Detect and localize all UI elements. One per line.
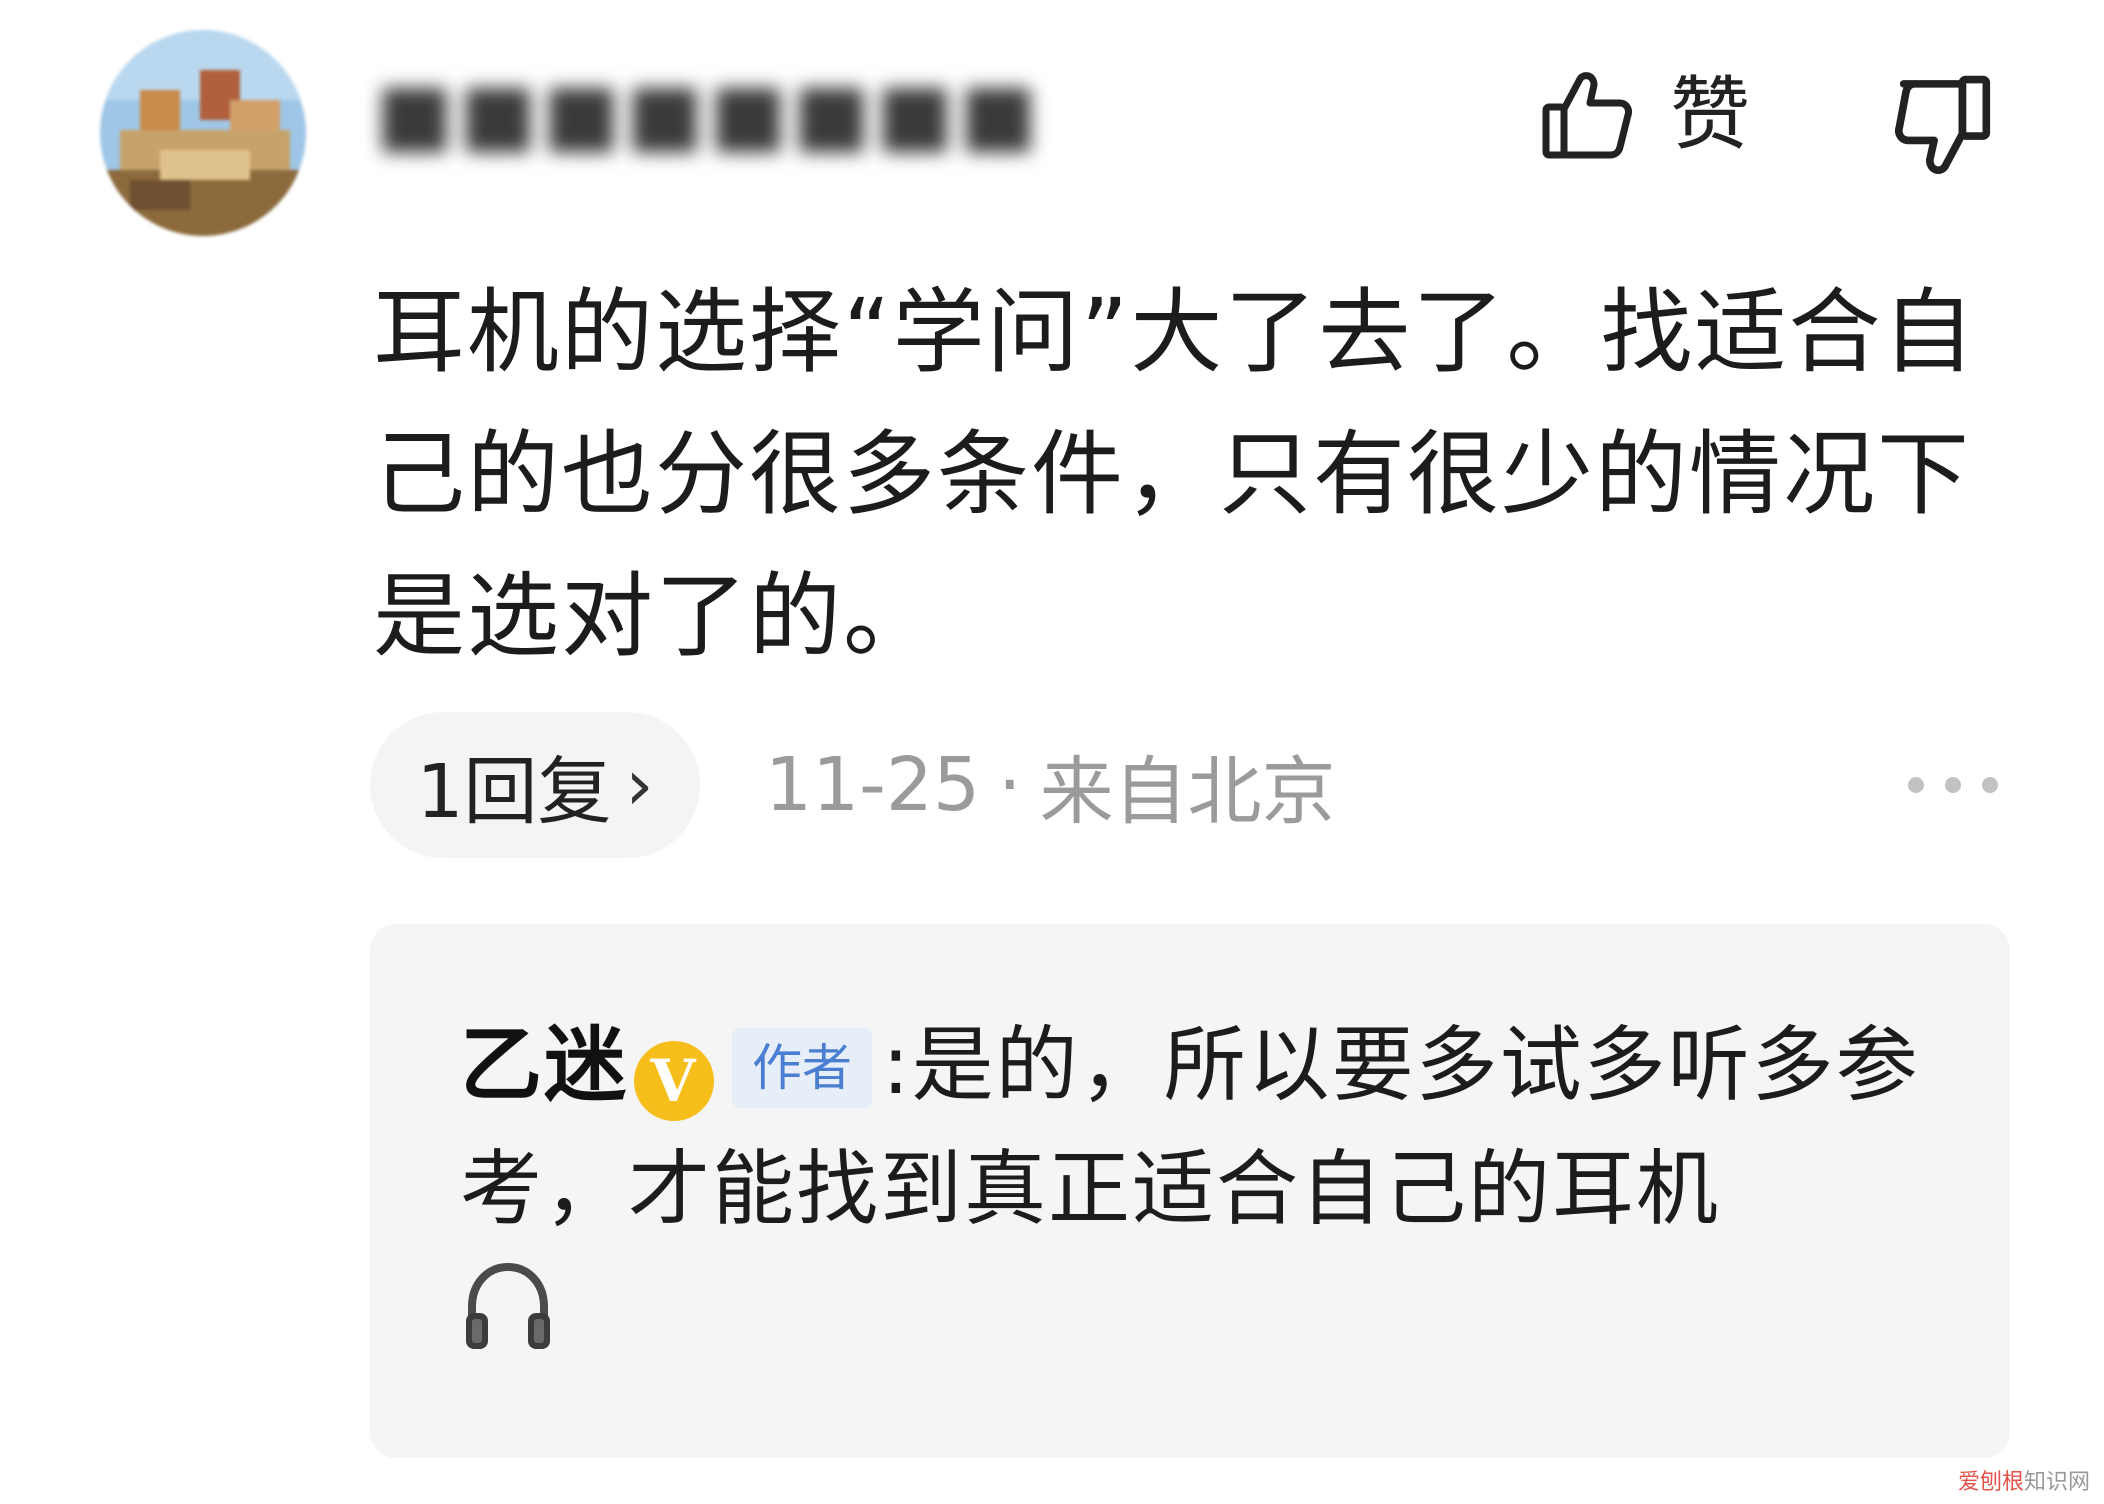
like-label: 赞 — [1670, 68, 1750, 161]
thumbs-up-icon — [1542, 72, 1632, 159]
avatar-image — [100, 30, 306, 236]
comment-text: 耳机的选择“学问”大了去了。找适合自己的也分很多条件，只有很少的情况下是选对了的… — [373, 279, 1977, 670]
avatar[interactable] — [100, 30, 306, 236]
chevron-right-icon: › — [625, 744, 654, 826]
more-options-button[interactable] — [1908, 765, 1998, 805]
username-text: ■■■■■■■■ — [375, 64, 1042, 162]
comment-date: 11-25 — [765, 742, 981, 828]
more-dot — [1908, 777, 1924, 793]
headphone-icon — [466, 1262, 550, 1349]
reply-card[interactable]: 乙迷 V 作者:是的，所以要多试多听多参考，才能找到真正适合自己的耳机 — [370, 924, 2010, 1458]
username[interactable]: ■■■■■■■■ — [375, 58, 1065, 168]
author-tag: 作者 — [732, 1028, 873, 1108]
dislike-button[interactable] — [1895, 68, 1995, 178]
reply-author-name[interactable]: 乙迷 — [460, 1018, 628, 1113]
more-dot — [1982, 777, 1998, 793]
reply-count-label: 1回复 — [416, 748, 612, 835]
verified-v-badge-icon: V — [634, 1041, 715, 1121]
view-replies-button[interactable]: 1回复 › — [370, 712, 700, 858]
reply-content: 乙迷 V 作者:是的，所以要多试多听多参考，才能找到真正适合自己的耳机 — [460, 1004, 1930, 1376]
comment-meta: 11-25 · 来自北京 — [765, 730, 1336, 840]
watermark-suffix: 知识网 — [2023, 1470, 2090, 1495]
meta-separator: · — [998, 742, 1022, 828]
reply-colon: : — [882, 1018, 912, 1113]
like-button[interactable]: 赞 — [1540, 55, 1750, 175]
more-dot — [1945, 777, 1961, 793]
watermark: 爱刨根知识网 — [1958, 1464, 2090, 1496]
thumbs-down-icon — [1895, 75, 1991, 174]
comment-location: 来自北京 — [1039, 748, 1336, 835]
watermark-brand: 爱刨根 — [1957, 1470, 2024, 1495]
